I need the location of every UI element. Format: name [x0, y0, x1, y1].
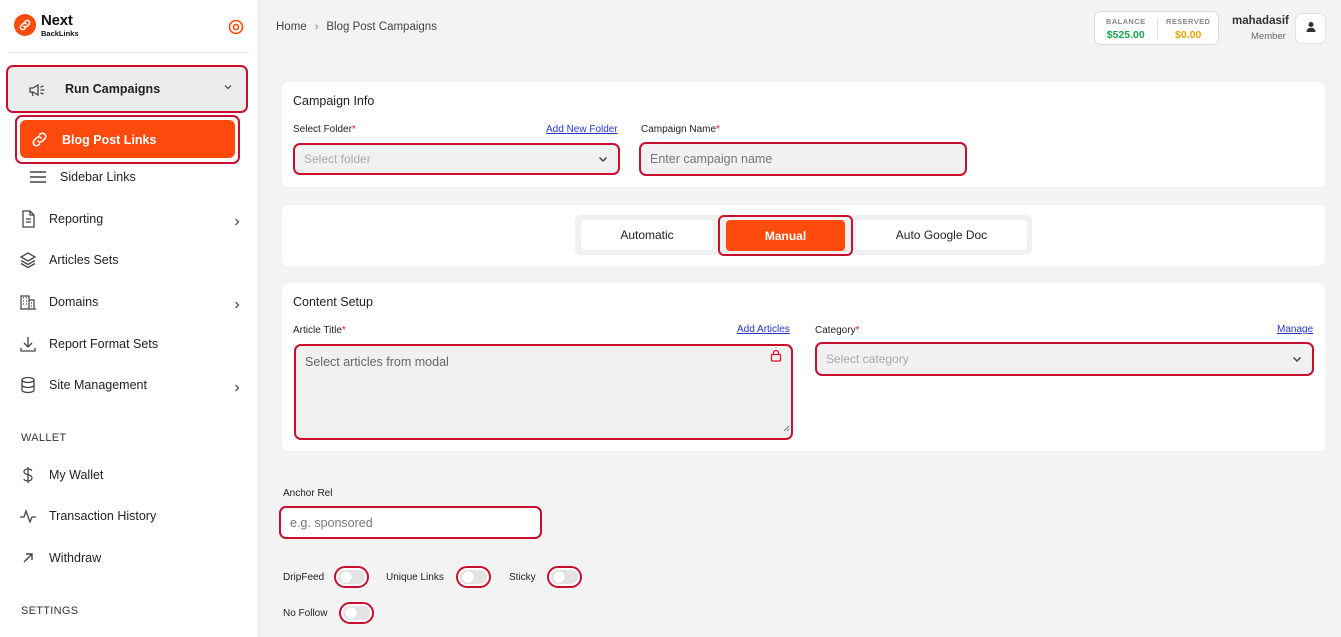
chevron-down-icon	[223, 79, 233, 97]
download-icon	[18, 334, 38, 354]
chevron-right-icon	[232, 214, 242, 232]
divider	[8, 52, 249, 53]
divider	[1157, 18, 1158, 40]
breadcrumb-home[interactable]: Home	[276, 21, 307, 33]
sidebar-item-report-format-sets[interactable]: Report Format Sets	[18, 333, 244, 355]
link-icon	[30, 130, 49, 154]
no-follow-toggle[interactable]	[339, 602, 374, 624]
sidebar-item-label: Site Management	[49, 378, 147, 392]
sidebar: Next BackLinks Run Campaigns Blog Post L…	[0, 0, 259, 637]
anchor-rel-placeholder: e.g. sponsored	[290, 515, 373, 530]
document-icon	[18, 209, 38, 229]
chevron-right-icon	[232, 380, 242, 398]
building-icon	[18, 292, 38, 312]
sticky-label: Sticky	[509, 572, 536, 583]
sidebar-item-blog-post-links-wrap: Blog Post Links	[15, 115, 240, 164]
chevron-down-icon	[597, 153, 609, 168]
tab-manual-highlight: Manual	[718, 215, 853, 256]
sidebar-item-label: Transaction History	[49, 509, 157, 523]
activity-icon	[18, 506, 38, 526]
tab-auto-google-doc[interactable]: Auto Google Doc	[856, 220, 1027, 250]
sidebar-item-sidebar-links[interactable]: Sidebar Links	[28, 166, 254, 188]
sidebar-item-label: Reporting	[49, 212, 104, 226]
add-new-folder-link[interactable]: Add New Folder	[546, 124, 618, 135]
logo-subname: BackLinks	[41, 29, 79, 38]
sidebar-item-articles-sets[interactable]: Articles Sets	[18, 249, 244, 271]
logo-name: Next	[41, 12, 73, 29]
sidebar-item-label: Domains	[49, 295, 99, 309]
select-folder-dropdown[interactable]: Select folder	[293, 143, 620, 175]
anchor-rel-label: Anchor Rel	[283, 488, 333, 499]
arrow-up-right-icon	[18, 548, 38, 568]
resize-handle-icon[interactable]	[783, 419, 790, 437]
database-icon	[18, 375, 38, 395]
category-label: Category*	[815, 325, 860, 336]
user-avatar-button[interactable]	[1295, 13, 1326, 44]
link-logo-icon	[14, 14, 36, 37]
sticky-toggle[interactable]	[547, 566, 582, 588]
select-folder-label: Select Folder*	[293, 124, 356, 135]
sidebar-item-label: Report Format Sets	[49, 337, 159, 351]
layers-icon	[18, 250, 38, 270]
chevron-right-icon	[232, 297, 242, 315]
campaign-name-label: Campaign Name*	[641, 124, 720, 135]
logo[interactable]: Next BackLinks	[14, 13, 79, 38]
sidebar-item-site-management[interactable]: Site Management	[18, 374, 244, 396]
settings-heading: SETTINGS	[21, 605, 79, 617]
sidebar-item-withdraw[interactable]: Withdraw	[18, 547, 244, 569]
dripfeed-toggle[interactable]	[334, 566, 369, 588]
article-title-placeholder: Select articles from modal	[305, 355, 449, 369]
campaign-name-placeholder: Enter campaign name	[650, 152, 773, 166]
sidebar-item-run-campaigns[interactable]: Run Campaigns	[6, 65, 248, 113]
article-title-label: Article Title*	[293, 325, 346, 336]
select-folder-placeholder: Select folder	[304, 152, 371, 166]
user-role: Member	[1251, 31, 1286, 42]
anchor-rel-input[interactable]: e.g. sponsored	[279, 506, 542, 539]
user-icon	[1305, 20, 1317, 38]
unique-links-label: Unique Links	[386, 572, 444, 583]
sidebar-item-label: Articles Sets	[49, 253, 119, 267]
balance-label: BALANCE	[1106, 17, 1146, 26]
breadcrumb-separator: ›	[314, 21, 319, 33]
sidebar-item-blog-post-links[interactable]: Blog Post Links	[20, 120, 235, 158]
sidebar-item-label: Sidebar Links	[60, 170, 136, 184]
campaign-name-input[interactable]: Enter campaign name	[639, 142, 967, 176]
reserved-value: $0.00	[1175, 29, 1202, 41]
sidebar-item-label: Run Campaigns	[65, 82, 161, 96]
sidebar-item-reporting[interactable]: Reporting	[18, 208, 244, 230]
tab-automatic[interactable]: Automatic	[581, 220, 713, 250]
tab-manual[interactable]: Manual	[726, 220, 845, 251]
breadcrumb: Home › Blog Post Campaigns	[276, 21, 437, 33]
chevron-down-icon	[1291, 353, 1303, 368]
username: mahadasif	[1232, 15, 1289, 27]
manage-link[interactable]: Manage	[1277, 324, 1313, 335]
dollar-icon	[18, 465, 38, 485]
sidebar-item-label: Withdraw	[49, 551, 102, 565]
sidebar-item-transaction-history[interactable]: Transaction History	[18, 505, 244, 527]
content-setup-title: Content Setup	[293, 295, 373, 309]
sidebar-item-domains[interactable]: Domains	[18, 291, 244, 313]
balance-value: $525.00	[1106, 29, 1145, 41]
breadcrumb-current: Blog Post Campaigns	[326, 21, 437, 33]
sidebar-item-my-wallet[interactable]: My Wallet	[18, 464, 244, 486]
menu-lines-icon	[28, 167, 48, 187]
category-placeholder: Select category	[826, 352, 909, 366]
campaign-info-title: Campaign Info	[293, 94, 375, 108]
sidebar-item-label: My Wallet	[49, 468, 104, 482]
sidebar-item-label: Blog Post Links	[62, 133, 157, 147]
target-icon[interactable]	[228, 19, 244, 40]
no-follow-label: No Follow	[283, 608, 328, 619]
dripfeed-label: DripFeed	[283, 572, 325, 583]
article-title-textarea[interactable]: Select articles from modal	[294, 344, 793, 440]
wallet-heading: WALLET	[21, 432, 67, 444]
category-dropdown[interactable]: Select category	[815, 342, 1314, 376]
add-articles-link[interactable]: Add Articles	[737, 324, 790, 335]
reserved-label: RESERVED	[1166, 17, 1211, 26]
wallet-summary: BALANCE $525.00 RESERVED $0.00	[1094, 11, 1219, 45]
lock-icon	[770, 349, 782, 367]
megaphone-icon	[28, 82, 46, 103]
unique-links-toggle[interactable]	[456, 566, 491, 588]
